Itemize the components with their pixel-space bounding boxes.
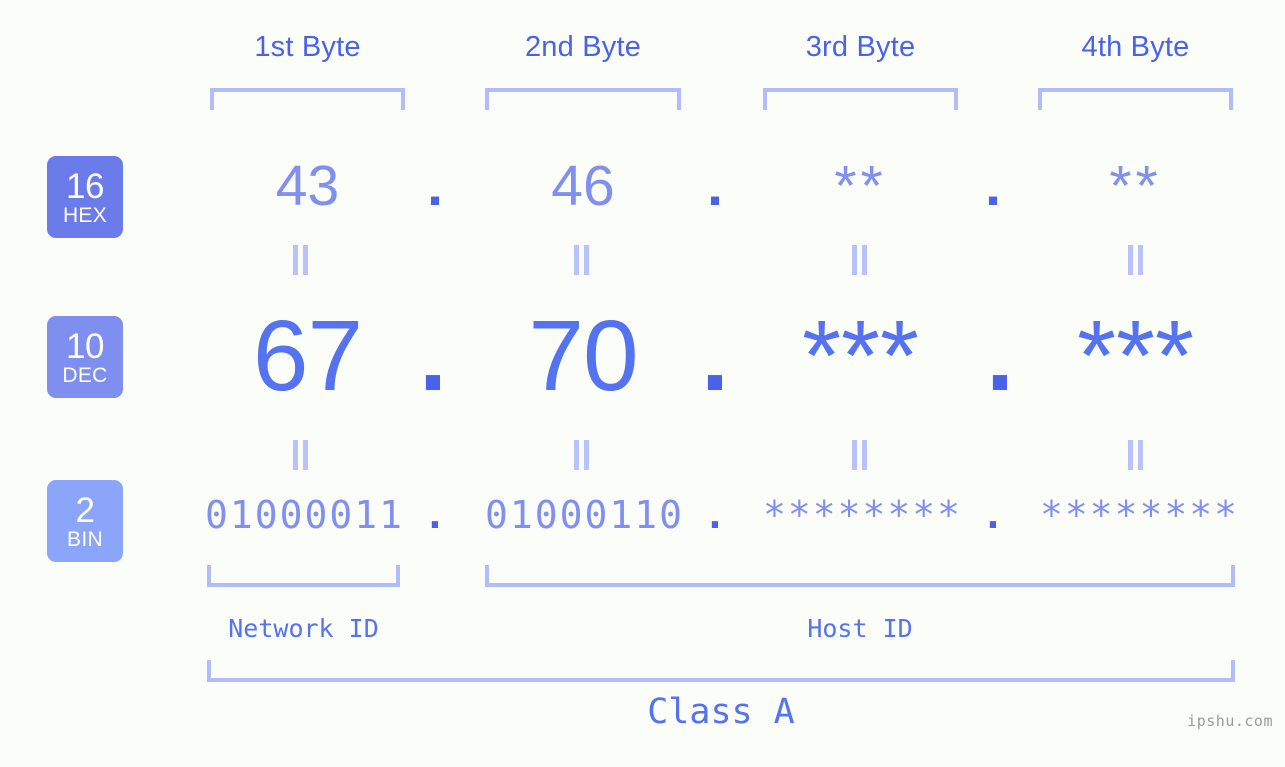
hex-byte-3: **	[834, 154, 887, 218]
equals-mark-hex-dec-4	[1125, 245, 1147, 275]
class-bracket	[207, 660, 1235, 682]
hex-separator-3: .	[985, 154, 1001, 218]
dec-separator-1: .	[419, 300, 447, 412]
hex-byte-4: **	[1109, 154, 1162, 218]
dec-byte-4: ***	[1077, 300, 1194, 412]
hex-byte-2: 46	[551, 154, 615, 218]
byte-bracket-4	[1038, 88, 1233, 110]
base-badge-hex-name: HEX	[62, 203, 108, 227]
class-label: Class A	[647, 692, 795, 732]
base-badge-dec: 10 DEC	[47, 316, 123, 398]
bin-byte-2: 01000110	[485, 493, 685, 537]
dec-separator-3: .	[986, 300, 1014, 412]
dec-byte-1: 67	[252, 300, 363, 412]
base-badge-hex-radix: 16	[66, 166, 104, 206]
hex-separator-2: .	[707, 154, 723, 218]
host-id-bracket	[485, 565, 1235, 587]
base-badge-bin: 2 BIN	[47, 480, 123, 562]
byte-header-4: 4th Byte	[1081, 31, 1190, 63]
byte-header-1: 1st Byte	[254, 31, 361, 63]
byte-header-3: 3rd Byte	[805, 31, 916, 63]
bin-separator-3: .	[981, 493, 1005, 537]
equals-mark-dec-bin-3	[849, 440, 871, 470]
base-badge-dec-name: DEC	[62, 363, 108, 387]
base-badge-dec-radix: 10	[66, 326, 104, 366]
bin-separator-1: .	[423, 493, 447, 537]
base-badge-bin-radix: 2	[75, 490, 95, 530]
byte-bracket-2	[485, 88, 681, 110]
site-watermark: ipshu.com	[1187, 712, 1273, 730]
base-badge-bin-name: BIN	[67, 527, 103, 551]
equals-mark-dec-bin-2	[571, 440, 593, 470]
dec-byte-3: ***	[802, 300, 919, 412]
host-id-label: Host ID	[807, 614, 913, 643]
bin-separator-2: .	[703, 493, 727, 537]
bin-byte-4: ********	[1040, 493, 1240, 537]
equals-mark-dec-bin-4	[1125, 440, 1147, 470]
bin-byte-3: ********	[763, 493, 963, 537]
byte-header-2: 2nd Byte	[524, 31, 642, 63]
network-id-label: Network ID	[228, 614, 379, 643]
bin-byte-1: 01000011	[205, 493, 405, 537]
ip-address-breakdown-diagram: 1st Byte 2nd Byte 3rd Byte 4th Byte 16 H…	[0, 0, 1285, 767]
network-id-bracket	[207, 565, 400, 587]
byte-bracket-1	[210, 88, 405, 110]
byte-bracket-3	[763, 88, 958, 110]
hex-separator-1: .	[427, 154, 443, 218]
hex-byte-1: 43	[275, 154, 340, 218]
base-badge-hex: 16 HEX	[47, 156, 123, 238]
dec-separator-2: .	[701, 300, 729, 412]
equals-mark-hex-dec-2	[571, 245, 593, 275]
equals-mark-dec-bin-1	[290, 440, 312, 470]
dec-byte-2: 70	[528, 300, 638, 412]
equals-mark-hex-dec-3	[849, 245, 871, 275]
equals-mark-hex-dec-1	[290, 245, 312, 275]
